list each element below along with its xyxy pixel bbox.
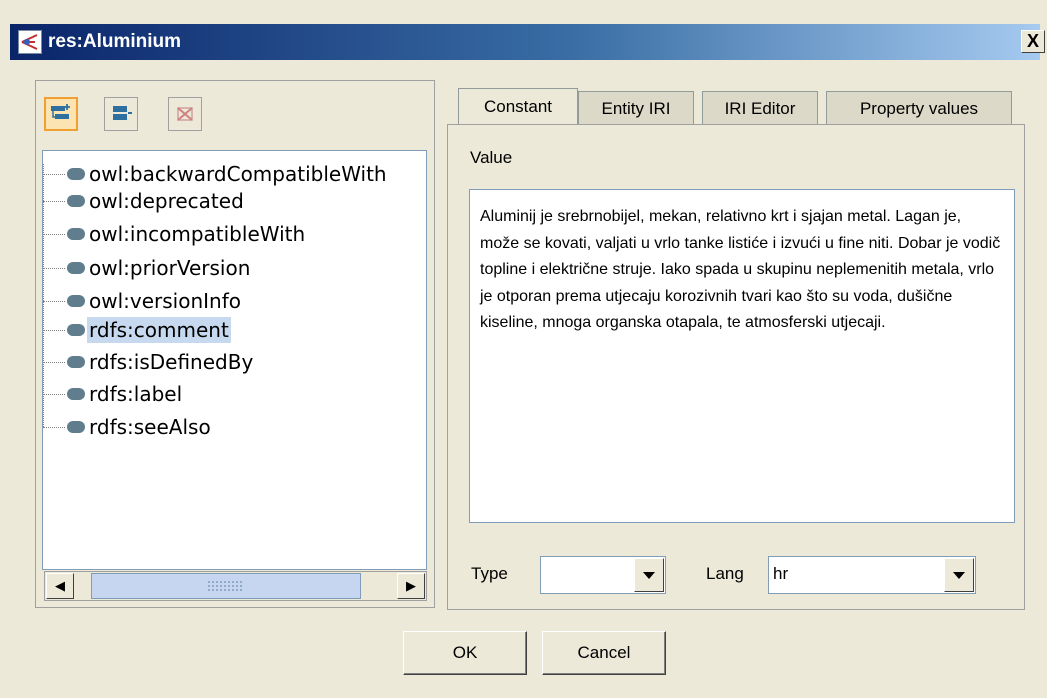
app-icon xyxy=(18,30,42,54)
value-textarea[interactable]: Aluminij je srebrnobijel, mekan, relativ… xyxy=(469,189,1015,523)
add-subproperty-button[interactable] xyxy=(44,97,78,131)
tab-constant[interactable]: Constant xyxy=(458,88,578,124)
tree-item-label: rdfs:isDefinedBy xyxy=(89,350,254,374)
property-icon xyxy=(67,388,85,400)
tree-item-label: owl:priorVersion xyxy=(89,256,251,280)
tree-item[interactable]: rdfs:label xyxy=(43,381,426,409)
window-title: res:Aluminium xyxy=(48,31,182,52)
add-property-button[interactable] xyxy=(104,97,138,131)
tab-entity-iri[interactable]: Entity IRI xyxy=(578,91,694,124)
tree-item-label: owl:backwardCompatibleWith xyxy=(89,162,387,186)
tab-label: IRI Editor xyxy=(724,99,796,118)
property-icon xyxy=(67,262,85,274)
dialog-window: res:Aluminium X owl:backwardCompatibleWi… xyxy=(0,0,1047,698)
property-icon xyxy=(67,356,85,368)
cancel-button[interactable]: Cancel xyxy=(542,631,666,675)
tab-property-values[interactable]: Property values xyxy=(826,91,1012,124)
chevron-down-icon[interactable] xyxy=(634,558,664,592)
type-label: Type xyxy=(471,564,508,583)
scroll-left-button[interactable]: ◀ xyxy=(46,573,74,599)
tab-label: Entity IRI xyxy=(601,99,671,118)
tree-item-label: owl:deprecated xyxy=(89,189,244,213)
tree-item[interactable]: owl:incompatibleWith xyxy=(43,221,426,249)
property-icon xyxy=(67,168,85,180)
tree-item-label: rdfs:seeAlso xyxy=(89,415,211,439)
tree-item[interactable]: rdfs:seeAlso xyxy=(43,414,426,442)
grip-icon xyxy=(207,580,243,592)
lang-label: Lang xyxy=(706,564,744,583)
tree-item-selected[interactable]: rdfs:comment xyxy=(43,317,426,345)
horizontal-scrollbar[interactable]: ◀ ▶ xyxy=(44,571,427,601)
tree-item[interactable]: owl:versionInfo xyxy=(43,288,426,316)
tree-item[interactable]: rdfs:isDefinedBy xyxy=(43,349,426,377)
close-button[interactable]: X xyxy=(1021,30,1045,53)
property-icon xyxy=(67,295,85,307)
tree-item[interactable]: owl:priorVersion xyxy=(43,255,426,283)
chevron-down-icon[interactable] xyxy=(944,558,974,592)
scroll-right-button[interactable]: ▶ xyxy=(397,573,425,599)
tree-item-label: rdfs:comment xyxy=(87,317,231,343)
tree-item-label: rdfs:label xyxy=(89,382,183,406)
delete-icon xyxy=(177,107,193,121)
property-icon xyxy=(67,324,85,336)
add-subproperty-icon xyxy=(51,104,70,119)
delete-property-button[interactable] xyxy=(168,97,202,131)
tab-label: Property values xyxy=(859,99,979,118)
arrow-left-icon: ◀ xyxy=(55,578,65,593)
arrow-right-icon: ▶ xyxy=(406,578,416,593)
title-bar[interactable]: res:Aluminium X xyxy=(10,24,1045,60)
add-property-icon xyxy=(113,106,132,120)
ok-button[interactable]: OK xyxy=(403,631,527,675)
tree-item-label: owl:versionInfo xyxy=(89,289,241,313)
tab-label: Constant xyxy=(483,97,553,116)
type-combobox[interactable] xyxy=(540,556,666,594)
property-tree[interactable]: owl:backwardCompatibleWith owl:deprecate… xyxy=(42,150,427,570)
lang-combobox[interactable]: hr xyxy=(768,556,976,594)
tree-item-label: owl:incompatibleWith xyxy=(89,222,306,246)
tab-iri-editor[interactable]: IRI Editor xyxy=(702,91,818,124)
value-label: Value xyxy=(470,148,513,167)
property-icon xyxy=(67,228,85,240)
tree-item[interactable]: owl:backwardCompatibleWith xyxy=(43,161,426,189)
close-icon: X xyxy=(1026,31,1039,51)
property-icon xyxy=(67,195,85,207)
scrollbar-thumb[interactable] xyxy=(91,573,361,599)
lang-value: hr xyxy=(773,564,789,583)
tree-item[interactable]: owl:deprecated xyxy=(43,188,426,216)
property-icon xyxy=(67,421,85,433)
